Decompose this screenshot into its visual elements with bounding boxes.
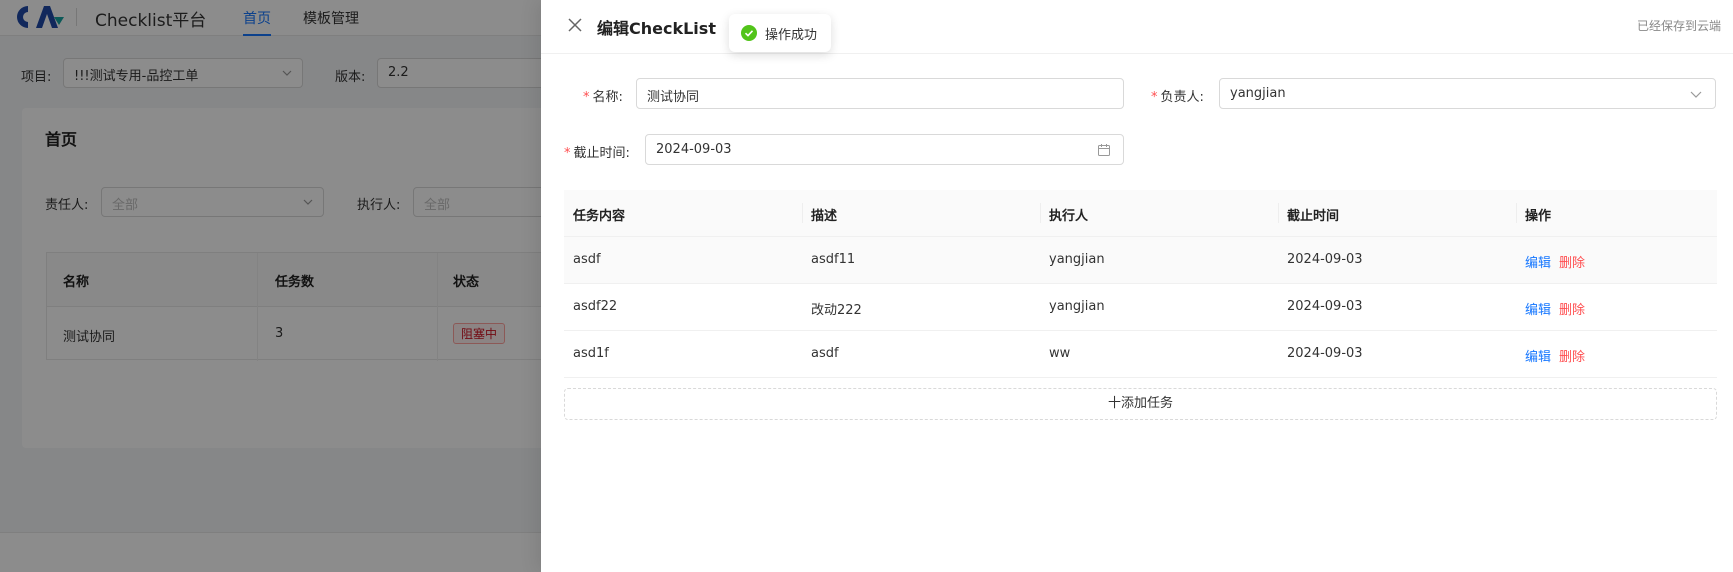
save-status-text: 已经保存到云端 [1636,19,1721,33]
owner-select-value: yangjian [1230,86,1286,101]
column-divider [802,203,803,223]
delete-task-button[interactable]: 删除 [1559,346,1585,365]
edit-task-button[interactable]: 编辑 [1525,299,1551,318]
task-table: 任务内容 描述 执行人 截止时间 操作 asdf asdf11 yangjian… [564,190,1717,378]
add-task-button[interactable]: 十添加任务 [564,388,1717,420]
close-icon[interactable] [567,17,583,33]
table-row: asdf asdf11 yangjian 2024-09-03 编辑 删除 [564,237,1717,284]
column-header-deadline: 截止时间 [1287,209,1340,224]
required-marker: * [583,90,590,105]
owner-label: * 负责人: [1151,86,1204,105]
deadline-date-picker[interactable]: 2024-09-03 [645,134,1124,165]
task-executor-cell: yangjian [1049,252,1105,267]
column-divider [1516,203,1517,223]
task-description-cell: asdf [811,346,839,361]
task-content-cell: asdf [573,252,601,267]
delete-task-button[interactable]: 删除 [1559,299,1585,318]
column-header-task-content: 任务内容 [573,209,626,224]
delete-task-button[interactable]: 删除 [1559,252,1585,271]
owner-select[interactable]: yangjian [1219,78,1716,109]
toast-message: 操作成功 [765,27,818,43]
column-header-executor: 执行人 [1049,209,1089,224]
required-marker: * [1151,90,1158,105]
task-deadline-cell: 2024-09-03 [1287,252,1363,267]
drawer-title: 编辑CheckList [597,19,716,38]
task-content-cell: asdf22 [573,299,618,314]
table-row: asdf22 改动222 yangjian 2024-09-03 编辑 删除 [564,284,1717,331]
edit-task-button[interactable]: 编辑 [1525,252,1551,271]
success-toast: 操作成功 [729,14,832,52]
drawer-header: 编辑CheckList 已经保存到云端 [541,0,1733,54]
deadline-value: 2024-09-03 [656,142,732,157]
check-circle-icon [741,25,757,41]
task-executor-cell: ww [1049,346,1071,361]
task-description-cell: 改动222 [811,303,862,318]
task-executor-cell: yangjian [1049,299,1105,314]
column-divider [1278,203,1279,223]
task-deadline-cell: 2024-09-03 [1287,299,1363,314]
owner-label-text: 负责人: [1160,90,1204,105]
required-marker: * [564,146,571,161]
column-header-actions: 操作 [1525,209,1552,224]
task-content-cell: asd1f [573,346,609,361]
column-header-description: 描述 [811,209,838,224]
task-deadline-cell: 2024-09-03 [1287,346,1363,361]
name-label-text: 名称: [592,90,623,105]
deadline-label-text: 截止时间: [573,146,630,161]
table-row: asd1f asdf ww 2024-09-03 编辑 删除 [564,331,1717,378]
column-divider [1040,203,1041,223]
table-header: 任务内容 描述 执行人 截止时间 操作 [564,190,1717,237]
calendar-icon [1098,144,1110,156]
name-input-value: 测试协同 [647,90,700,105]
edit-checklist-drawer: 编辑CheckList 已经保存到云端 * 名称: 测试协同 * 负责人: yang… [541,0,1733,572]
task-description-cell: asdf11 [811,252,856,267]
name-label: * 名称: [583,86,623,105]
edit-task-button[interactable]: 编辑 [1525,346,1551,365]
name-input[interactable]: 测试协同 [636,78,1124,109]
deadline-label: * 截止时间: [564,142,630,161]
chevron-down-icon [1690,91,1702,98]
